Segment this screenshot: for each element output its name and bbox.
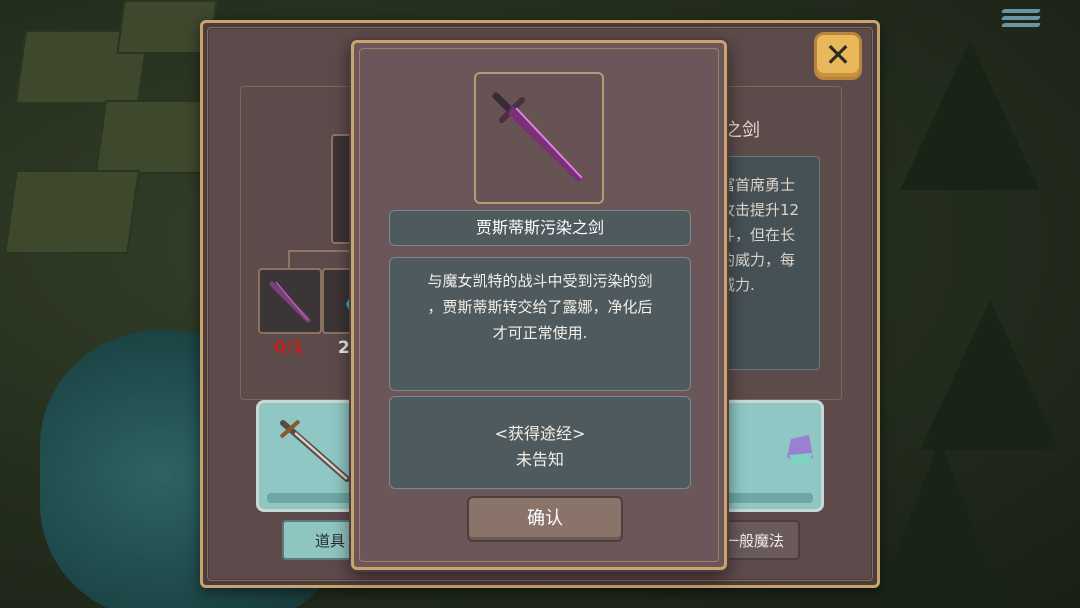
material-slot-sword[interactable] <box>258 268 322 334</box>
material-count: 0/1 <box>274 338 304 358</box>
sword-icon <box>279 419 350 482</box>
item-title-partial: 之剑 <box>724 120 760 141</box>
close-icon: ✕ <box>824 36 852 74</box>
item-description-line: 才可正常使用. <box>492 324 588 342</box>
item-name: 贾斯蒂斯污染之剑 <box>389 210 691 246</box>
acquisition-heading: <获得途经> <box>494 424 586 443</box>
item-description-partial: 富首席勇士 攻击提升12 斗，但在长 的威力，每 威力. <box>720 176 800 294</box>
sword-icon <box>269 281 311 323</box>
sword-icon <box>492 92 584 182</box>
acquisition-value: 未告知 <box>515 450 564 469</box>
confirm-button[interactable]: 确认 <box>467 496 623 542</box>
item-description-line: ，贾斯蒂斯转交给了露娜，净化后 <box>427 298 653 316</box>
menu-icon[interactable] <box>1000 6 1042 32</box>
potion-icon <box>787 435 813 465</box>
item-description-line: 与魔女凯特的战斗中受到污染的剑 <box>427 272 653 290</box>
item-icon-frame <box>474 72 604 204</box>
close-button[interactable]: ✕ <box>814 32 862 80</box>
